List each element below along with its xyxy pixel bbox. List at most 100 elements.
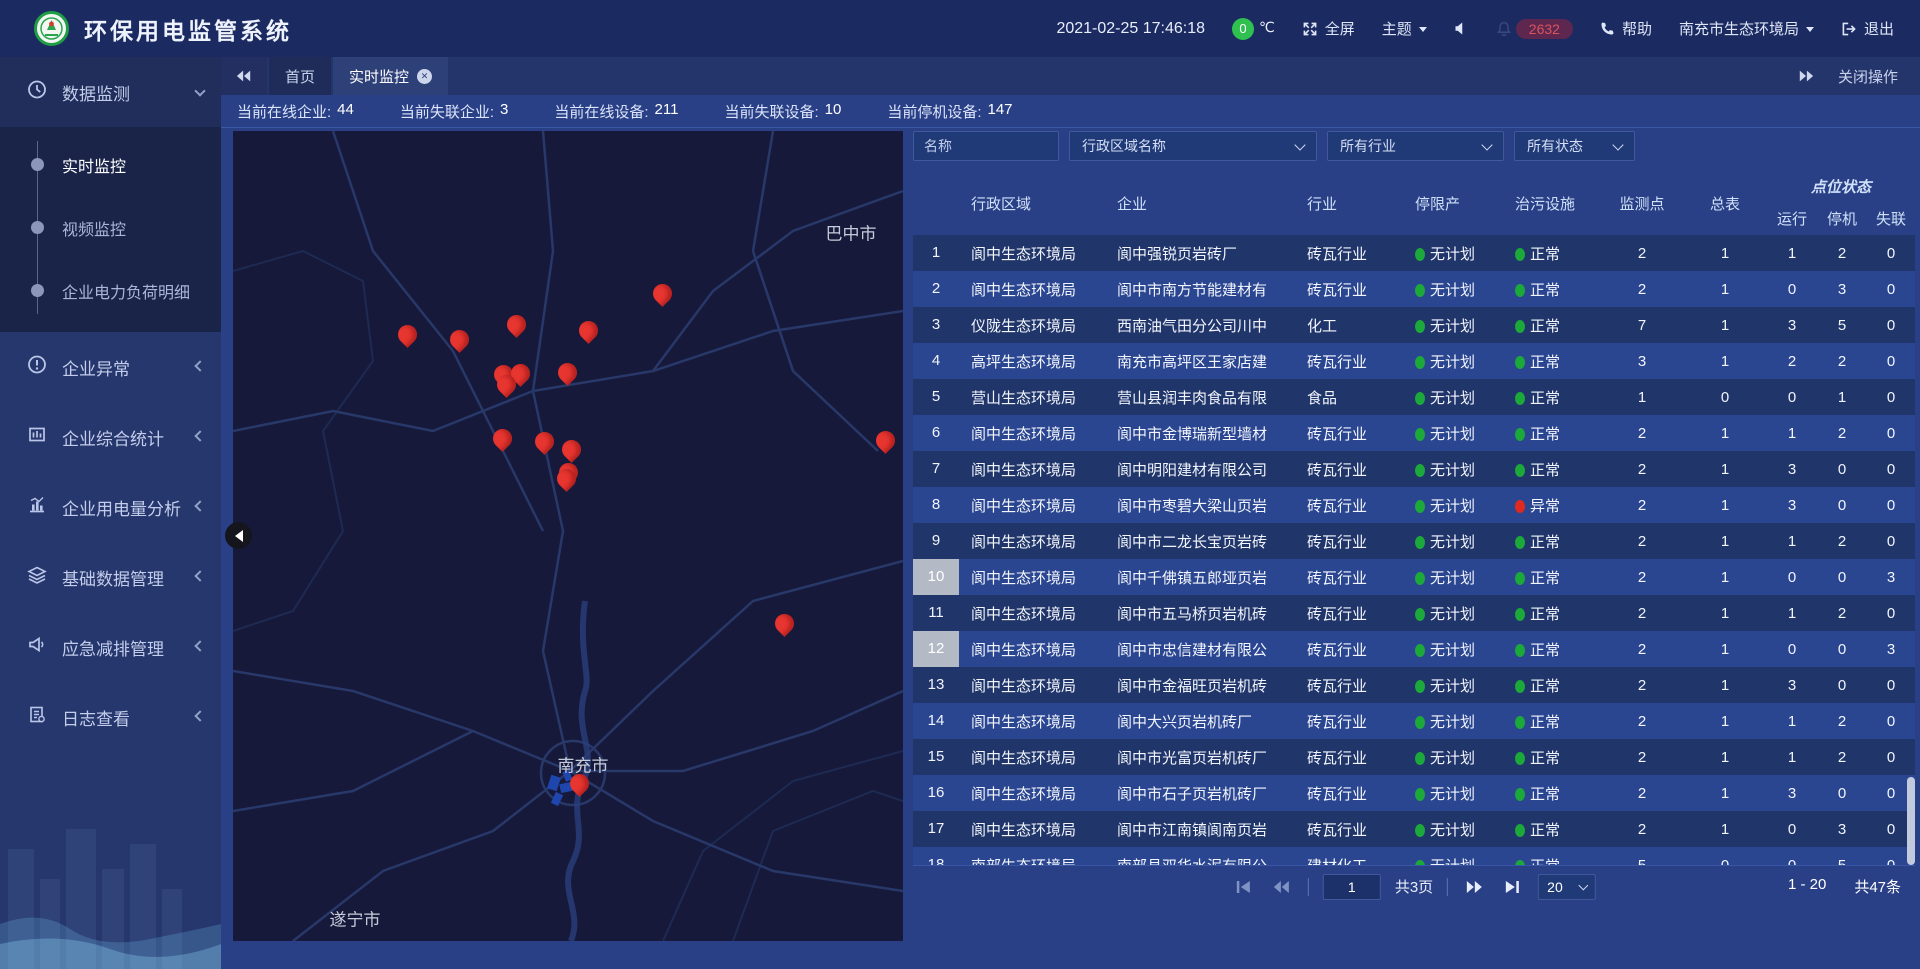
- status-dot-icon: [1415, 680, 1425, 693]
- facility-status-text: 异常: [1530, 498, 1560, 515]
- cell-monitor-points: 2: [1601, 425, 1683, 442]
- cell-stop-status: 无计划: [1403, 387, 1503, 408]
- tab-label: 实时监控: [349, 66, 409, 87]
- tabs-scroll-right-button[interactable]: [1794, 64, 1818, 88]
- cell-industry: 砖瓦行业: [1295, 567, 1403, 588]
- cell-facility-status: 正常: [1503, 711, 1601, 732]
- fullscreen-icon: [1302, 21, 1318, 37]
- mute-button[interactable]: [1454, 21, 1469, 36]
- sidebar-item-6[interactable]: 应急减排管理: [0, 612, 221, 682]
- cell-total-meters: 1: [1683, 713, 1767, 730]
- tabs-scroll-left-button[interactable]: [221, 57, 267, 95]
- cell-stopped: 2: [1817, 425, 1867, 442]
- chevron-left-icon: [194, 640, 205, 651]
- cell-index: 13: [913, 667, 959, 703]
- name-filter-input[interactable]: [913, 131, 1059, 161]
- table-row[interactable]: 4高坪生态环境局南充市高坪区王家店建砖瓦行业无计划正常31220: [913, 343, 1915, 379]
- next-page-button[interactable]: [1462, 875, 1486, 899]
- table-row[interactable]: 11阆中生态环境局阆中市五马桥页岩机砖砖瓦行业无计划正常21120: [913, 595, 1915, 631]
- facility-status-text: 正常: [1530, 426, 1560, 443]
- table-row[interactable]: 2阆中生态环境局阆中市南方节能建材有砖瓦行业无计划正常21030: [913, 271, 1915, 307]
- region-filter-select[interactable]: 行政区域名称: [1069, 131, 1317, 161]
- map-collapse-handle[interactable]: [225, 522, 252, 549]
- map-panel[interactable]: 巴中市南充市遂宁市: [233, 131, 903, 941]
- table-row[interactable]: 14阆中生态环境局阆中大兴页岩机砖厂砖瓦行业无计划正常21120: [913, 703, 1915, 739]
- org-label: 南充市生态环境局: [1679, 18, 1799, 39]
- table-row[interactable]: 15阆中生态环境局阆中市光富页岩机砖厂砖瓦行业无计划正常21120: [913, 739, 1915, 775]
- page-size-select[interactable]: 20: [1538, 874, 1596, 900]
- datetime-label: 2021-02-25 17:46:18: [1056, 20, 1205, 38]
- table-row[interactable]: 18南部生态环境局南部县双华水泥有限公建材化工无计划正常50050: [913, 847, 1915, 865]
- table-scrollbar-thumb[interactable]: [1907, 777, 1915, 865]
- table-row[interactable]: 17阆中生态环境局阆中市江南镇阆南页岩砖瓦行业无计划正常21030: [913, 811, 1915, 847]
- cell-running: 0: [1767, 281, 1817, 298]
- sidebar-subitem[interactable]: 视频监控: [0, 196, 221, 259]
- facility-status-text: 正常: [1530, 282, 1560, 299]
- sidebar-subitem-label: 企业电力负荷明细: [62, 279, 190, 303]
- sidebar-item-1[interactable]: 数据监测: [0, 57, 221, 127]
- cell-index: 7: [913, 451, 959, 487]
- sidebar-subitem[interactable]: 实时监控: [0, 133, 221, 196]
- stop-status-text: 无计划: [1430, 606, 1475, 623]
- sidebar-item-3[interactable]: 企业综合统计: [0, 402, 221, 472]
- tab-实时监控[interactable]: 实时监控: [333, 57, 448, 95]
- table-row[interactable]: 1阆中生态环境局阆中强锐页岩砖厂砖瓦行业无计划正常21120: [913, 235, 1915, 271]
- fullscreen-button[interactable]: 全屏: [1302, 18, 1355, 39]
- sidebar-item-2[interactable]: 企业异常: [0, 332, 221, 402]
- sidebar-item-5[interactable]: 基础数据管理: [0, 542, 221, 612]
- org-dropdown[interactable]: 南充市生态环境局: [1679, 18, 1814, 39]
- cell-monitor-points: 2: [1601, 569, 1683, 586]
- status-filter-select[interactable]: 所有状态: [1514, 131, 1635, 161]
- table-row[interactable]: 12阆中生态环境局阆中市忠信建材有限公砖瓦行业无计划正常21003: [913, 631, 1915, 667]
- cell-industry: 食品: [1295, 387, 1403, 408]
- table-row[interactable]: 9阆中生态环境局阆中市二龙长宝页岩砖砖瓦行业无计划正常21120: [913, 523, 1915, 559]
- tab-首页[interactable]: 首页: [269, 57, 331, 95]
- cell-facility-status: 正常: [1503, 459, 1601, 480]
- table-row[interactable]: 16阆中生态环境局阆中市石子页岩机砖厂砖瓦行业无计划正常21300: [913, 775, 1915, 811]
- column-subheader: 失联: [1867, 201, 1915, 235]
- temperature-value: 0: [1232, 18, 1254, 40]
- table-row[interactable]: 5营山生态环境局营山县润丰肉食品有限食品无计划正常10010: [913, 379, 1915, 415]
- cell-monitor-points: 2: [1601, 533, 1683, 550]
- tab-close-icon[interactable]: [417, 69, 432, 84]
- cell-industry: 砖瓦行业: [1295, 351, 1403, 372]
- status-dot-icon: [1515, 356, 1525, 369]
- notifications-button[interactable]: 2632: [1496, 19, 1573, 39]
- previous-page-button[interactable]: [1270, 875, 1294, 899]
- main-area: 首页实时监控 关闭操作 当前在线企业:44当前失联企业:3当前在线设备:211当…: [221, 57, 1920, 969]
- sidebar-item-label: 基础数据管理: [62, 565, 164, 590]
- cell-index: 15: [913, 739, 959, 775]
- cell-stopped: 0: [1817, 785, 1867, 802]
- industry-filter-select[interactable]: 所有行业: [1327, 131, 1504, 161]
- help-button[interactable]: 帮助: [1600, 18, 1652, 39]
- table-row[interactable]: 13阆中生态环境局阆中市金福旺页岩机砖砖瓦行业无计划正常21300: [913, 667, 1915, 703]
- table-row[interactable]: 3仪陇生态环境局西南油气田分公司川中化工无计划正常71350: [913, 307, 1915, 343]
- stat-value: 44: [337, 101, 354, 122]
- cell-stop-status: 无计划: [1403, 351, 1503, 372]
- table-row[interactable]: 7阆中生态环境局阆中明阳建材有限公司砖瓦行业无计划正常21300: [913, 451, 1915, 487]
- cell-company: 阆中市石子页岩机砖厂: [1105, 783, 1295, 804]
- cell-stop-status: 无计划: [1403, 315, 1503, 336]
- logout-button[interactable]: 退出: [1841, 18, 1894, 39]
- last-page-button[interactable]: [1500, 875, 1524, 899]
- sidebar-item-4[interactable]: 企业用电量分析: [0, 472, 221, 542]
- sidebar-subitem[interactable]: 企业电力负荷明细: [0, 259, 221, 322]
- first-page-button[interactable]: [1232, 875, 1256, 899]
- cell-company: 阆中市南方节能建材有: [1105, 279, 1295, 300]
- content: 巴中市南充市遂宁市 行政区域名称 所有: [221, 128, 1920, 969]
- cell-index: 17: [913, 811, 959, 847]
- theme-dropdown[interactable]: 主题: [1382, 18, 1427, 39]
- cell-industry: 建材化工: [1295, 855, 1403, 866]
- table-row[interactable]: 10阆中生态环境局阆中千佛镇五郎垭页岩砖瓦行业无计划正常21003: [913, 559, 1915, 595]
- theme-label: 主题: [1382, 18, 1412, 39]
- table-row[interactable]: 6阆中生态环境局阆中市金博瑞新型墙材砖瓦行业无计划正常21120: [913, 415, 1915, 451]
- sidebar-item-7[interactable]: 日志查看: [0, 682, 221, 752]
- page-number-input[interactable]: [1323, 874, 1381, 900]
- cell-total-meters: 1: [1683, 281, 1767, 298]
- close-operations-button[interactable]: 关闭操作: [1838, 66, 1898, 87]
- table-row[interactable]: 8阆中生态环境局阆中市枣碧大梁山页岩砖瓦行业无计划异常21300: [913, 487, 1915, 523]
- cell-facility-status: 正常: [1503, 279, 1601, 300]
- cell-region: 阆中生态环境局: [959, 531, 1105, 552]
- chevron-down-icon: [1579, 880, 1589, 890]
- sidebar-item-label: 企业用电量分析: [62, 495, 181, 520]
